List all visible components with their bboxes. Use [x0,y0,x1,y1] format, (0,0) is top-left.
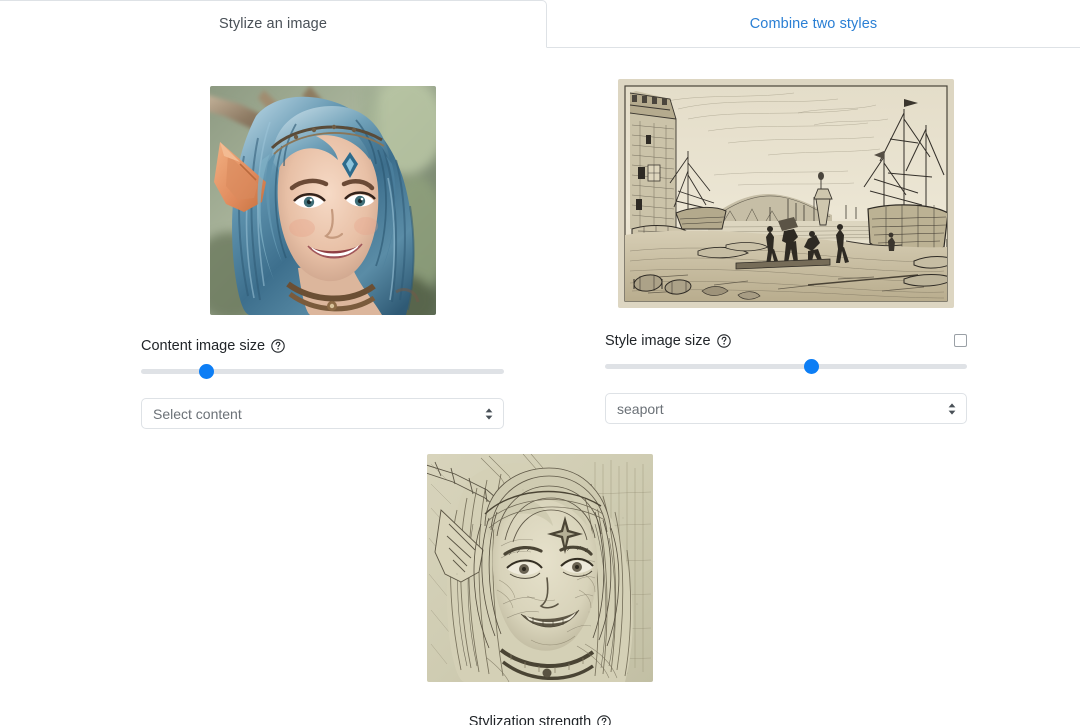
style-option-checkbox[interactable] [954,334,967,347]
chevron-updown-icon [484,406,494,422]
style-image-size-label-text: Style image size [605,333,711,349]
stylization-strength-label-text: Stylization strength [468,714,592,725]
tab-bar: Stylize an image Combine two styles [0,0,1080,48]
tab-stylize-an-image[interactable]: Stylize an image [0,0,547,48]
content-image-preview[interactable] [209,86,436,315]
style-select[interactable]: seaport [605,393,967,424]
style-transfer-app: Stylize an image Combine two styles Cont… [0,0,1080,725]
style-panel: Style image size seaport [605,79,967,424]
style-image-container [605,79,967,308]
style-slider-thumb[interactable] [803,359,819,374]
content-size-label-row: Content image size [141,337,504,355]
style-slider-track [605,364,967,369]
style-image-size-label: Style image size [605,332,731,350]
style-image-size-slider[interactable] [605,358,967,374]
chevron-updown-icon [947,401,957,417]
content-select[interactable]: Select content [141,398,504,429]
help-circle-icon[interactable] [271,339,285,353]
content-slider-thumb[interactable] [198,364,214,379]
content-select-value: Select content [153,405,242,422]
stylization-strength-label: Stylization strength [469,713,612,725]
content-image-container [141,86,504,315]
content-slider-track [141,369,504,374]
result-panel: Stylization strength [0,454,1080,725]
style-size-label-row: Style image size [605,332,967,350]
style-image-preview[interactable] [618,79,954,308]
help-circle-icon[interactable] [597,715,611,725]
content-image-size-label-text: Content image size [141,338,266,354]
content-panel: Content image size Select content [141,86,504,429]
tab-combine-two-styles[interactable]: Combine two styles [547,0,1080,48]
help-circle-icon[interactable] [716,334,731,348]
content-image-size-label: Content image size [141,337,285,355]
content-image-size-slider[interactable] [141,363,504,379]
style-select-value: seaport [617,400,664,417]
result-image-preview[interactable] [427,454,653,682]
